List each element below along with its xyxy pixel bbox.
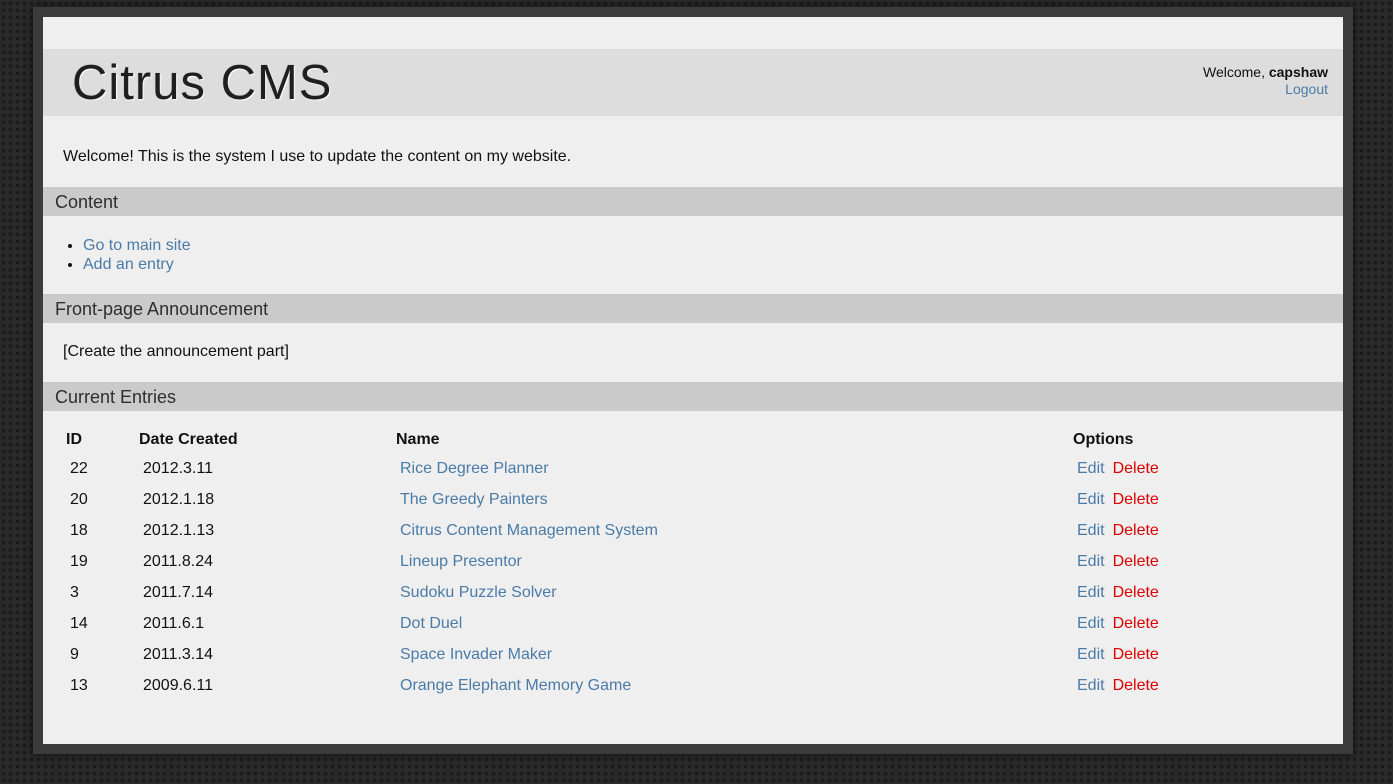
list-item: Go to main site bbox=[83, 236, 191, 255]
delete-link[interactable]: Delete bbox=[1113, 646, 1159, 663]
table-row: 14 2011.6.1 Dot Duel Edit Delete bbox=[63, 608, 1316, 639]
entry-name-link[interactable]: Orange Elephant Memory Game bbox=[400, 677, 631, 694]
table-header-row: ID Date Created Name Options bbox=[63, 431, 1316, 453]
entry-id: 19 bbox=[70, 552, 88, 570]
entry-date: 2009.6.11 bbox=[143, 676, 213, 694]
table-row: 22 2012.3.11 Rice Degree Planner Edit Del… bbox=[63, 453, 1316, 484]
entry-date: 2011.8.24 bbox=[143, 552, 213, 570]
entry-name-link[interactable]: Rice Degree Planner bbox=[400, 460, 549, 477]
table-row: 20 2012.1.18 The Greedy Painters Edit Del… bbox=[63, 484, 1316, 515]
entries-table: ID Date Created Name Options 22 2012.3.1… bbox=[63, 431, 1316, 701]
entry-id: 9 bbox=[70, 645, 79, 663]
entry-name-link[interactable]: Sudoku Puzzle Solver bbox=[400, 584, 557, 601]
entry-date: 2012.3.11 bbox=[143, 459, 213, 477]
site-header: Citrus CMS Welcome, capshaw Logout bbox=[43, 49, 1343, 116]
intro-text: Welcome! This is the system I use to upd… bbox=[63, 148, 572, 165]
delete-link[interactable]: Delete bbox=[1113, 677, 1159, 694]
delete-link[interactable]: Delete bbox=[1113, 615, 1159, 632]
table-row: 19 2011.8.24 Lineup Presentor Edit Delete bbox=[63, 546, 1316, 577]
table-row: 13 2009.6.11 Orange Elephant Memory Game… bbox=[63, 670, 1316, 701]
table-row: 9 2011.3.14 Space Invader Maker Edit Dele… bbox=[63, 639, 1316, 670]
section-entries: Current Entries bbox=[43, 382, 1343, 411]
cms-page: Citrus CMS Welcome, capshaw Logout Welco… bbox=[43, 17, 1343, 744]
delete-link[interactable]: Delete bbox=[1113, 522, 1159, 539]
logout-link[interactable]: Logout bbox=[1285, 81, 1328, 97]
announcement-text: [Create the announcement part] bbox=[63, 343, 289, 360]
entry-name-link[interactable]: The Greedy Painters bbox=[400, 491, 548, 508]
main-site-link[interactable]: Go to main site bbox=[83, 237, 191, 254]
edit-link[interactable]: Edit bbox=[1077, 677, 1105, 694]
user-box: Welcome, capshaw Logout bbox=[1203, 64, 1328, 98]
delete-link[interactable]: Delete bbox=[1113, 553, 1159, 570]
entry-name-link[interactable]: Space Invader Maker bbox=[400, 646, 552, 663]
section-announcement: Front-page Announcement bbox=[43, 294, 1343, 323]
welcome-line: Welcome, capshaw bbox=[1203, 64, 1328, 81]
entry-id: 20 bbox=[70, 490, 88, 508]
list-item: Add an entry bbox=[83, 255, 191, 274]
edit-link[interactable]: Edit bbox=[1077, 460, 1105, 477]
edit-link[interactable]: Edit bbox=[1077, 646, 1105, 663]
entry-date: 2012.1.13 bbox=[143, 521, 215, 539]
section-entries-title: Current Entries bbox=[55, 387, 177, 407]
entry-name-link[interactable]: Citrus Content Management System bbox=[400, 522, 658, 539]
entry-date: 2011.3.14 bbox=[143, 645, 213, 663]
site-title: Citrus CMS bbox=[72, 56, 333, 110]
content-links: Go to main site Add an entry bbox=[83, 236, 191, 274]
entry-id: 22 bbox=[70, 459, 88, 477]
edit-link[interactable]: Edit bbox=[1077, 584, 1105, 601]
username: capshaw bbox=[1268, 64, 1328, 80]
header-id: ID bbox=[66, 431, 82, 448]
welcome-prefix: Welcome, bbox=[1202, 64, 1269, 80]
entry-id: 3 bbox=[70, 583, 79, 601]
entry-name-link[interactable]: Lineup Presentor bbox=[400, 553, 522, 570]
entry-date: 2011.7.14 bbox=[143, 583, 213, 601]
header-name: Name bbox=[396, 431, 440, 448]
entry-id: 13 bbox=[70, 676, 88, 694]
entry-date: 2012.1.18 bbox=[143, 490, 215, 508]
add-entry-link[interactable]: Add an entry bbox=[83, 256, 174, 273]
edit-link[interactable]: Edit bbox=[1077, 615, 1105, 632]
edit-link[interactable]: Edit bbox=[1077, 553, 1105, 570]
section-announcement-title: Front-page Announcement bbox=[55, 299, 269, 319]
delete-link[interactable]: Delete bbox=[1113, 491, 1159, 508]
section-content-title: Content bbox=[55, 192, 119, 212]
entry-id: 14 bbox=[70, 614, 88, 632]
edit-link[interactable]: Edit bbox=[1077, 491, 1105, 508]
table-row: 3 2011.7.14 Sudoku Puzzle Solver Edit Del… bbox=[63, 577, 1316, 608]
edit-link[interactable]: Edit bbox=[1077, 522, 1105, 539]
section-content: Content bbox=[43, 187, 1343, 216]
header-date: Date Created bbox=[139, 431, 238, 448]
table-row: 18 2012.1.13 Citrus Content Management S… bbox=[63, 515, 1316, 546]
entry-name-link[interactable]: Dot Duel bbox=[400, 615, 462, 632]
entry-id: 18 bbox=[70, 521, 88, 539]
delete-link[interactable]: Delete bbox=[1113, 584, 1159, 601]
header-options: Options bbox=[1073, 431, 1134, 448]
entry-date: 2011.6.1 bbox=[143, 614, 205, 632]
delete-link[interactable]: Delete bbox=[1113, 460, 1159, 477]
